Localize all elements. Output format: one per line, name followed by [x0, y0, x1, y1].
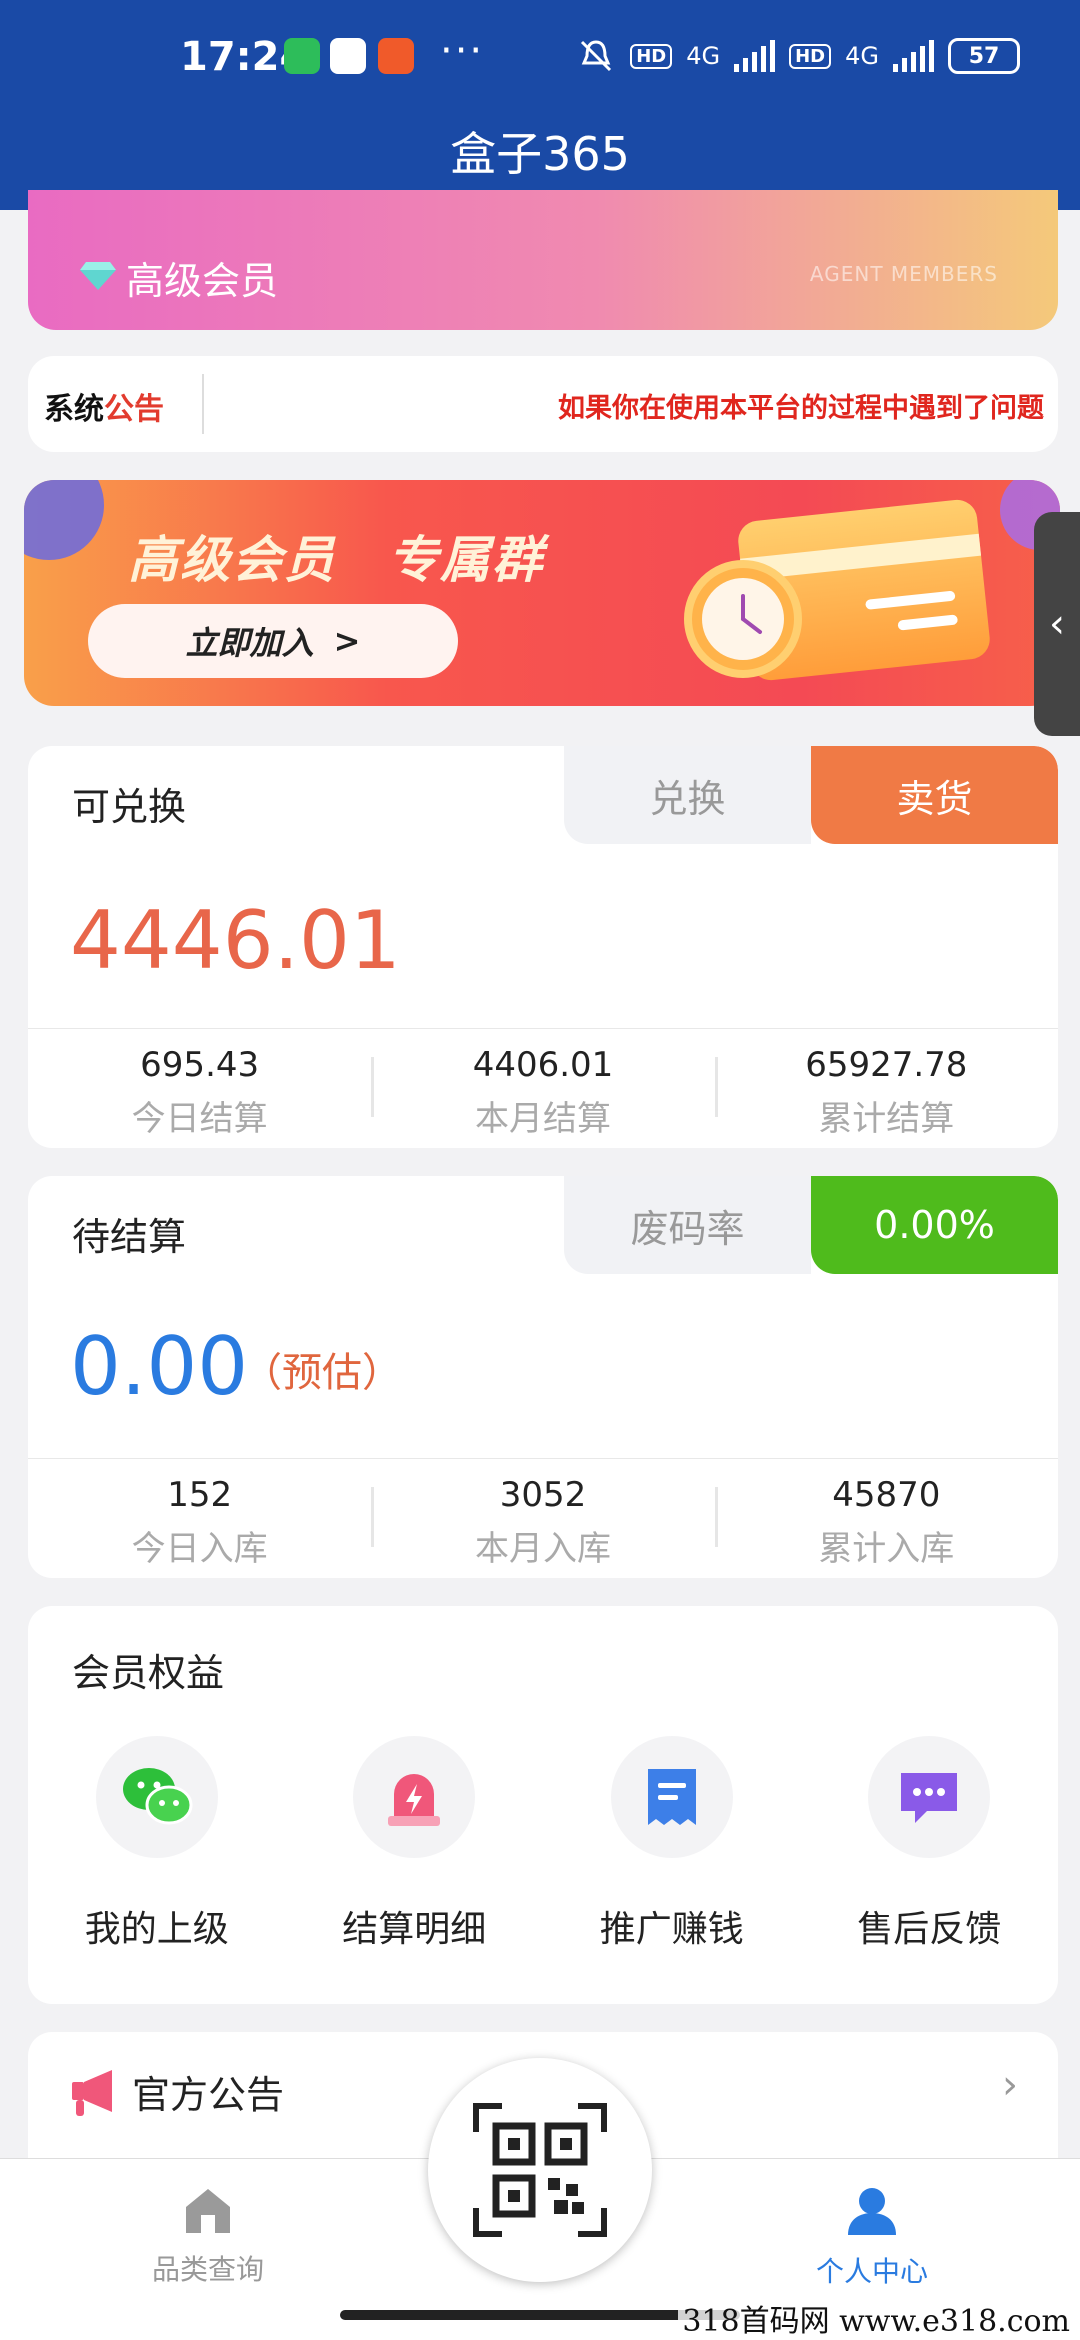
estimate-label: （预估）: [242, 1350, 402, 1396]
benefit-my-superior[interactable]: 我的上级: [28, 1736, 286, 1952]
side-drawer-handle[interactable]: ‹: [1034, 512, 1080, 736]
banner-title: 高级会员 专属群: [128, 531, 544, 589]
network-label: 4G: [686, 42, 721, 70]
status-right: HD 4G HD 4G 57: [576, 36, 1020, 76]
member-level-label: 高级会员: [126, 259, 279, 303]
hd-badge-2: HD: [789, 43, 832, 69]
diamond-icon: [80, 262, 116, 290]
signal-icon: [734, 40, 776, 72]
chevron-right-icon: ›: [1002, 2062, 1018, 2108]
member-card[interactable]: 高级会员 AGENT MEMBERS: [28, 190, 1058, 330]
signal-icon-2: [893, 40, 934, 72]
member-benefits-title: 会员权益: [72, 1651, 225, 1695]
chevron-left-icon: ‹: [1049, 601, 1065, 647]
exchangeable-title: 可兑换: [72, 785, 187, 829]
exchange-segment: 兑换 卖货: [564, 746, 1058, 844]
official-announcement-label: 官方公告: [132, 2073, 285, 2117]
pending-settlement-panel: 待结算 废码率 0.00% 0.00 （预估） 152 今日入库 3052 本月…: [28, 1176, 1058, 1578]
settlement-stats: 695.43 今日结算 4406.01 本月结算 65927.78 累计结算: [28, 1028, 1058, 1148]
benefit-settlement-detail[interactable]: 结算明细: [286, 1736, 544, 1952]
inventory-stats: 152 今日入库 3052 本月入库 45870 累计入库: [28, 1458, 1058, 1578]
benefit-promote-earn[interactable]: 推广赚钱: [543, 1736, 801, 1952]
stat-today-settlement: 695.43 今日结算: [131, 1045, 268, 1139]
exchange-button[interactable]: 兑换: [564, 746, 811, 844]
waste-rate-label[interactable]: 废码率: [564, 1176, 811, 1274]
mute-icon: [581, 40, 612, 72]
nav-personal-center[interactable]: 个人中心: [762, 2185, 982, 2290]
hd-badge: HD: [630, 43, 673, 69]
stat-today-inventory: 152 今日入库: [131, 1475, 268, 1569]
network-label-2: 4G: [845, 42, 879, 70]
benefit-after-sales-feedback[interactable]: 售后反馈: [801, 1736, 1059, 1952]
chat-icon: [901, 1773, 958, 1823]
user-icon: [848, 2188, 896, 2235]
alarm-icon: [388, 1774, 441, 1826]
megaphone-icon: [72, 2070, 112, 2116]
pending-title: 待结算: [72, 1215, 187, 1259]
vip-group-banner[interactable]: 高级会员 专属群 立即加入 >: [24, 480, 1060, 706]
home-icon: [186, 2189, 230, 2233]
member-english-label: AGENT MEMBERS: [809, 262, 998, 286]
sell-goods-button[interactable]: 卖货: [811, 746, 1058, 844]
page-title: 盒子365: [450, 127, 630, 181]
scan-qr-button[interactable]: [428, 2058, 652, 2282]
exchangeable-amount: 4446.01: [70, 894, 401, 987]
app-notification-icon: [378, 38, 414, 74]
notice-marquee-text: 如果你在使用本平台的过程中遇到了问题: [558, 393, 1044, 424]
nav-category-query-label: 品类查询: [151, 2253, 264, 2286]
divider: [202, 374, 204, 434]
stat-total-settlement: 65927.78 累计结算: [714, 1029, 1058, 1148]
more-notifications-icon: ···: [440, 28, 485, 74]
qq-notification-icon: [330, 38, 366, 74]
wechat-icon: [122, 1768, 193, 1825]
status-bar: 17:24 ··· HD 4G HD 4G 57: [0, 28, 1080, 88]
clock-illustration: [684, 560, 802, 678]
nav-personal-center-label: 个人中心: [815, 2255, 928, 2288]
app-header: 17:24 ··· HD 4G HD 4G 57 盒子365: [0, 0, 1080, 210]
benefits-grid: 我的上级 结算明细 推广赚钱 售后反馈: [28, 1736, 1058, 1952]
stat-month-settlement: 4406.01 本月结算: [371, 1029, 714, 1148]
wechat-notification-icon: [284, 38, 320, 74]
battery-icon: 57: [948, 38, 1020, 74]
waste-rate-segment: 废码率 0.00%: [564, 1176, 1058, 1274]
nav-category-query[interactable]: 品类查询: [98, 2185, 318, 2288]
waste-rate-value[interactable]: 0.00%: [811, 1176, 1058, 1274]
qr-code-icon: [473, 2103, 607, 2237]
decorative-blob: [24, 480, 104, 560]
system-notice-bar[interactable]: 系统公告 如果你在使用本平台的过程中遇到了问题: [28, 356, 1058, 452]
stat-month-inventory: 3052 本月入库: [371, 1459, 714, 1578]
system-notice-tag: 系统公告: [44, 392, 164, 427]
pending-amount: 0.00: [70, 1320, 249, 1413]
receipt-icon: [647, 1769, 696, 1825]
exchangeable-panel: 可兑换 兑换 卖货 4446.01 695.43 今日结算 4406.01 本月…: [28, 746, 1058, 1148]
member-benefits-panel: 会员权益 我的上级 结算明细 推广赚钱 售后反馈: [28, 1606, 1058, 2004]
stat-total-inventory: 45870 累计入库: [714, 1459, 1058, 1578]
watermark: 318首码网 www.e318.com: [678, 2296, 1074, 2340]
join-now-button[interactable]: 立即加入 >: [88, 604, 458, 678]
